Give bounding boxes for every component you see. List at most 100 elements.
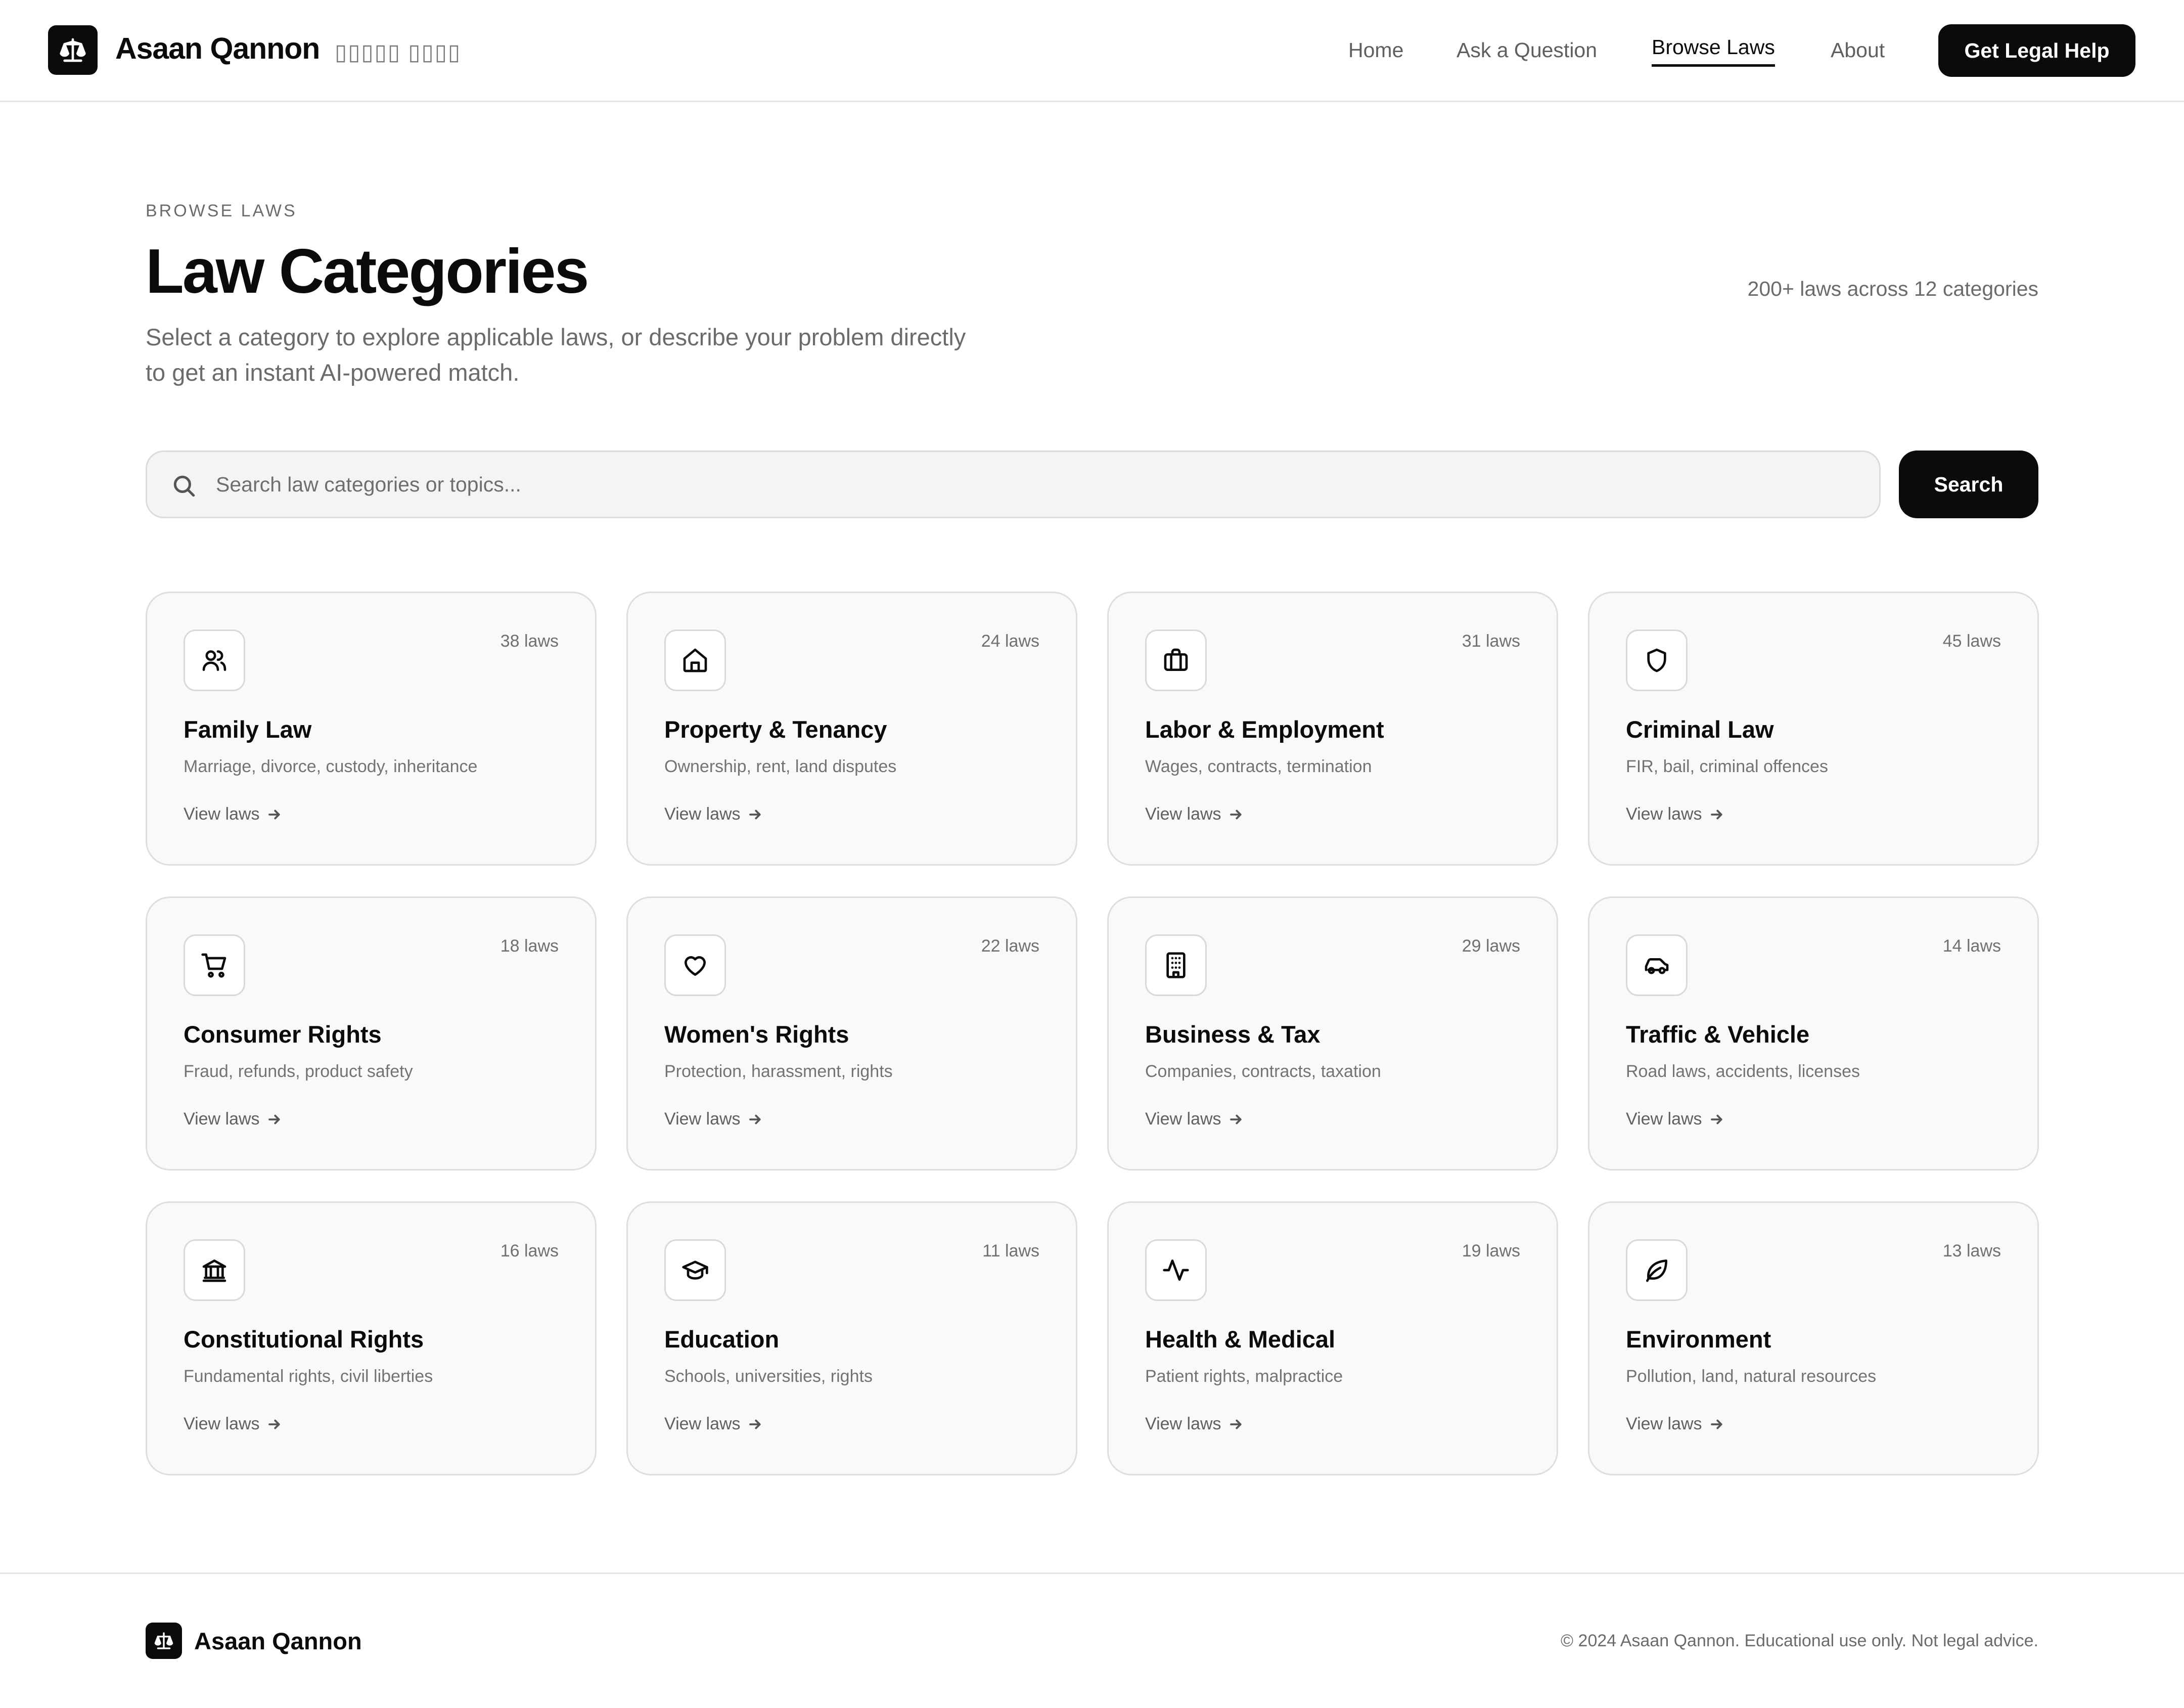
card-icon-box (664, 630, 726, 691)
law-count: 18 laws (500, 936, 559, 956)
view-laws-label: View laws (184, 1109, 260, 1129)
view-laws-link[interactable]: View laws (184, 804, 282, 824)
category-description: Road laws, accidents, licenses (1626, 1062, 1860, 1081)
graduation-cap-icon (682, 1261, 708, 1280)
category-description: Protection, harassment, rights (664, 1062, 893, 1081)
category-card-education[interactable]: 11 laws Education Schools, universities,… (626, 1201, 1077, 1475)
category-title: Family Law (184, 716, 312, 743)
search-input[interactable] (215, 452, 1833, 517)
view-laws-label: View laws (1145, 1414, 1221, 1433)
search-button[interactable]: Search (1899, 451, 2038, 518)
category-title: Women's Rights (664, 1021, 849, 1048)
arrow-right-icon (268, 1114, 280, 1124)
card-icon-box (1626, 934, 1688, 996)
card-icon-box (664, 1239, 726, 1301)
law-count: 11 laws (982, 1241, 1039, 1261)
category-card-family-law[interactable]: 38 laws Family Law Marriage, divorce, cu… (146, 592, 597, 866)
category-card-business-tax[interactable]: 29 laws Business & Tax Companies, contra… (1107, 896, 1558, 1171)
view-laws-label: View laws (184, 804, 260, 824)
category-card-property-tenancy[interactable]: 24 laws Property & Tenancy Ownership, re… (626, 592, 1077, 866)
category-description: Fundamental rights, civil liberties (184, 1367, 433, 1386)
view-laws-link[interactable]: View laws (664, 1414, 763, 1434)
category-card-womens-rights[interactable]: 22 laws Women's Rights Protection, haras… (626, 896, 1077, 1171)
leaf-icon (1646, 1260, 1667, 1282)
site-header: Asaan Qannon ▯▯▯▯▯ ▯▯▯▯ Home Ask a Quest… (0, 0, 2184, 102)
arrow-right-icon (1230, 1419, 1242, 1429)
category-description: Pollution, land, natural resources (1626, 1367, 1877, 1386)
category-title: Property & Tenancy (664, 716, 887, 743)
category-card-health-medical[interactable]: 19 laws Health & Medical Patient rights,… (1107, 1201, 1558, 1475)
view-laws-link[interactable]: View laws (1145, 804, 1244, 824)
view-laws-label: View laws (1626, 804, 1702, 824)
view-laws-label: View laws (664, 1109, 741, 1129)
get-legal-help-button[interactable]: Get Legal Help (1938, 24, 2135, 77)
nav-home[interactable]: Home (1348, 38, 1403, 62)
law-count: 31 laws (1462, 632, 1520, 651)
category-description: FIR, bail, criminal offences (1626, 757, 1828, 776)
view-laws-link[interactable]: View laws (664, 1109, 763, 1129)
category-title: Labor & Employment (1145, 716, 1384, 743)
cart-icon (201, 953, 226, 978)
search-icon (173, 475, 195, 497)
shield-icon (1647, 648, 1666, 672)
arrow-right-icon (268, 810, 280, 819)
building-icon (1166, 952, 1186, 978)
subtitle-line: to get an instant AI-powered match. (146, 359, 520, 386)
category-card-environment[interactable]: 13 laws Environment Pollution, land, nat… (1588, 1201, 2039, 1475)
law-count: 29 laws (1462, 936, 1520, 956)
page-subtitle: Select a category to explore applicable … (146, 320, 1045, 390)
briefcase-icon (1164, 648, 1188, 671)
brand-name[interactable]: Asaan Qannon (115, 31, 320, 66)
law-count: 13 laws (1942, 1241, 2001, 1261)
brand-urdu-name: ▯▯▯▯▯ ▯▯▯▯ (335, 40, 462, 65)
arrow-right-icon (749, 810, 761, 819)
view-laws-link[interactable]: View laws (184, 1109, 282, 1129)
arrow-right-icon (1230, 810, 1242, 819)
category-description: Ownership, rent, land disputes (664, 757, 897, 776)
arrow-right-icon (749, 1419, 761, 1429)
view-laws-link[interactable]: View laws (1145, 1109, 1244, 1129)
category-title: Consumer Rights (184, 1021, 382, 1048)
category-title: Constitutional Rights (184, 1326, 424, 1353)
category-card-labor-employment[interactable]: 31 laws Labor & Employment Wages, contra… (1107, 592, 1558, 866)
search-bar[interactable] (146, 451, 1881, 518)
view-laws-link[interactable]: View laws (1145, 1414, 1244, 1434)
category-description: Schools, universities, rights (664, 1367, 873, 1386)
nav-ask-question[interactable]: Ask a Question (1457, 38, 1597, 62)
nav-browse-laws[interactable]: Browse Laws (1652, 35, 1775, 67)
nav-about[interactable]: About (1831, 38, 1885, 62)
arrow-right-icon (1710, 1114, 1722, 1124)
card-icon-box (664, 934, 726, 996)
view-laws-label: View laws (184, 1414, 260, 1433)
category-title: Education (664, 1326, 780, 1353)
category-card-traffic-vehicle[interactable]: 14 laws Traffic & Vehicle Road laws, acc… (1588, 896, 2039, 1171)
view-laws-link[interactable]: View laws (1626, 1109, 1724, 1129)
category-card-consumer-rights[interactable]: 18 laws Consumer Rights Fraud, refunds, … (146, 896, 597, 1171)
view-laws-label: View laws (1626, 1414, 1702, 1433)
category-description: Patient rights, malpractice (1145, 1367, 1343, 1386)
category-title: Health & Medical (1145, 1326, 1336, 1353)
view-laws-link[interactable]: View laws (184, 1414, 282, 1434)
view-laws-link[interactable]: View laws (1626, 804, 1724, 824)
view-laws-link[interactable]: View laws (1626, 1414, 1724, 1434)
category-title: Criminal Law (1626, 716, 1774, 743)
footer-brand-name[interactable]: Asaan Qannon (194, 1627, 362, 1655)
category-description: Fraud, refunds, product safety (184, 1062, 413, 1081)
scales-icon (60, 38, 86, 62)
card-icon-box (1145, 934, 1207, 996)
view-laws-label: View laws (664, 804, 741, 824)
heart-icon (685, 956, 706, 976)
law-count: 24 laws (981, 632, 1039, 651)
scales-icon (154, 1632, 173, 1649)
logo[interactable] (48, 25, 98, 75)
users-icon (202, 650, 226, 671)
category-card-criminal-law[interactable]: 45 laws Criminal Law FIR, bail, criminal… (1588, 592, 2039, 866)
category-card-constitutional-rights[interactable]: 16 laws Constitutional Rights Fundamenta… (146, 1201, 597, 1475)
arrow-right-icon (1710, 1419, 1722, 1429)
view-laws-link[interactable]: View laws (664, 804, 763, 824)
subtitle-line: Select a category to explore applicable … (146, 324, 966, 350)
category-title: Business & Tax (1145, 1021, 1321, 1048)
footer-logo[interactable] (146, 1623, 182, 1659)
page-title: Law Categories (146, 237, 589, 306)
law-count: 16 laws (500, 1241, 559, 1261)
